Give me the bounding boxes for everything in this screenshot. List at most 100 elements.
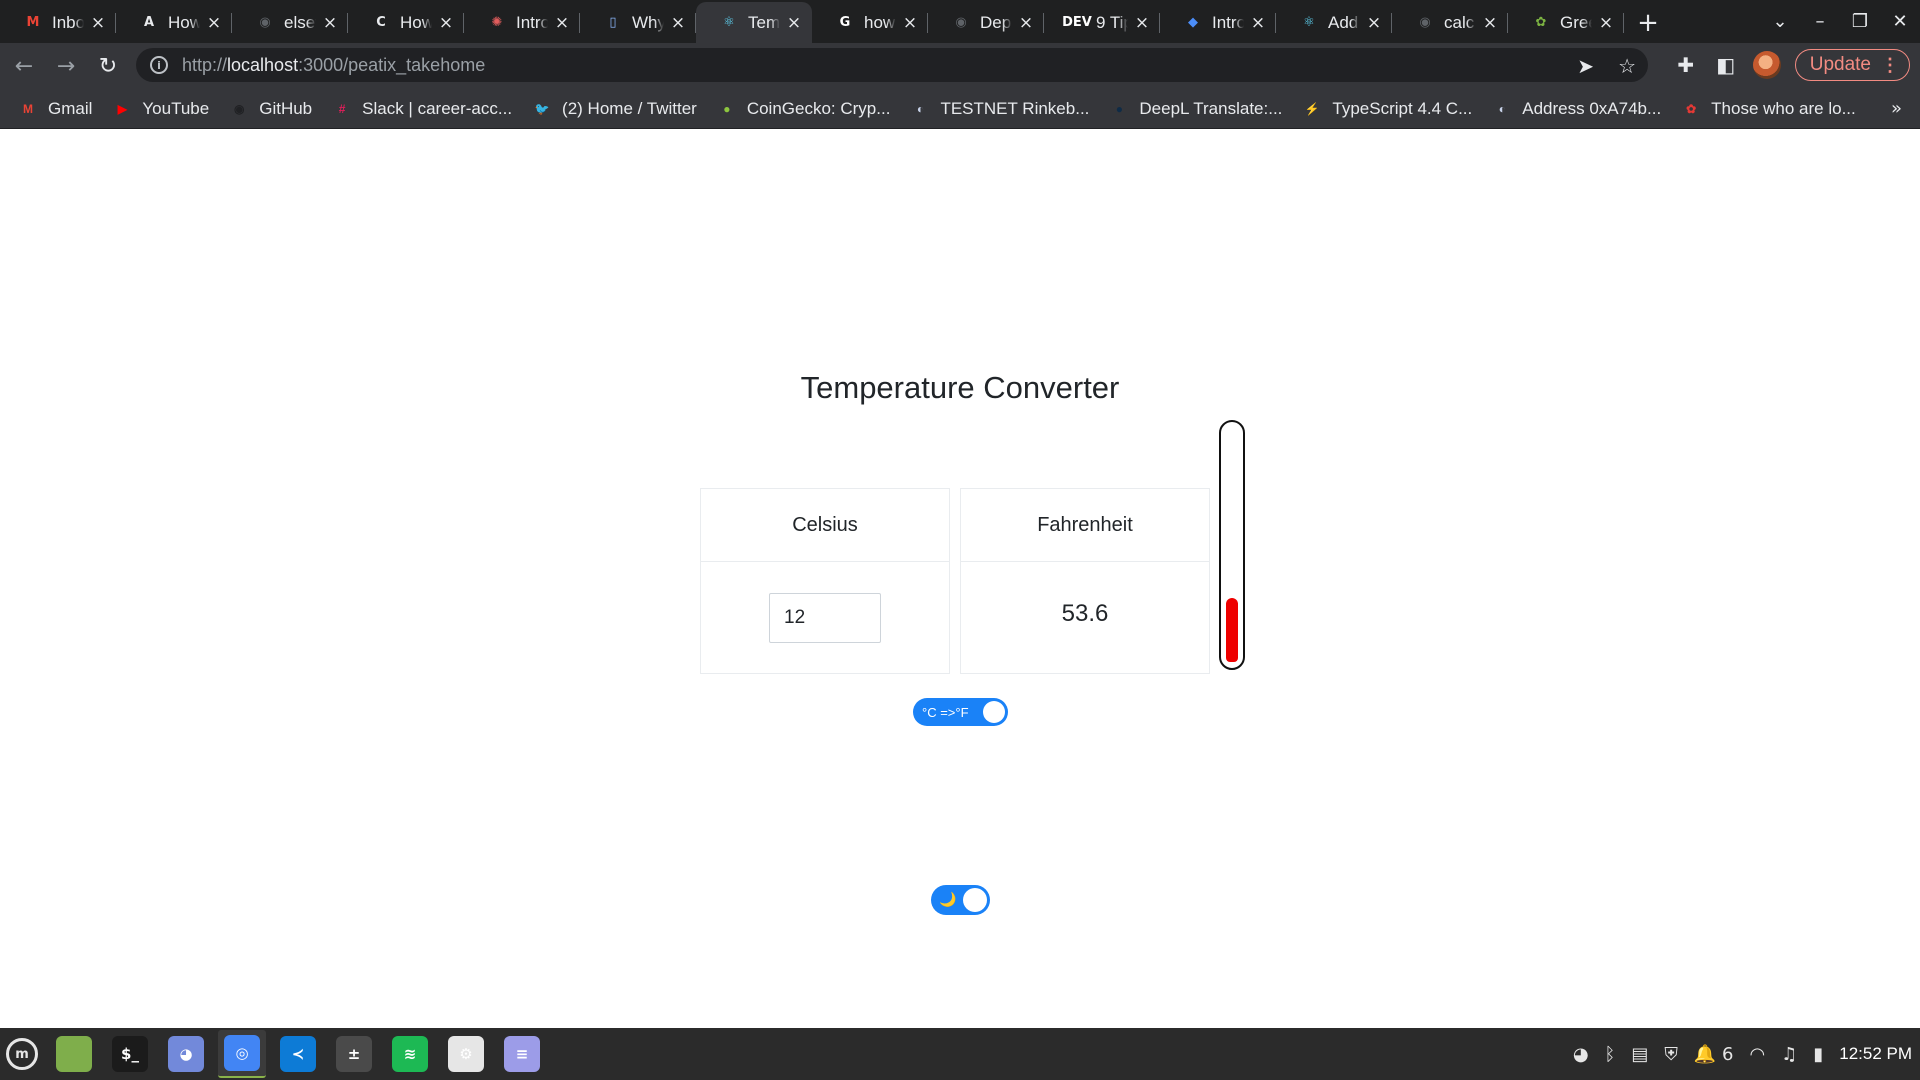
browser-tab[interactable]: ✿ Green × xyxy=(1508,2,1624,43)
bookmark-label: DeepL Translate:... xyxy=(1139,98,1283,118)
reload-icon[interactable]: ↻ xyxy=(90,48,126,84)
chrome-icon: ◎ xyxy=(224,1035,260,1071)
bookmark-item[interactable]: ● CoinGecko: Cryp... xyxy=(717,99,890,119)
bookmark-item[interactable]: # Slack | career-acc... xyxy=(332,99,512,119)
browser-tab[interactable]: ◉ Deploy × xyxy=(928,2,1044,43)
clock[interactable]: 12:52 PM xyxy=(1839,1044,1912,1064)
bookmark-label: Those who are lo... xyxy=(1711,98,1856,118)
browser-tab[interactable]: ◉ calc × xyxy=(1392,2,1508,43)
more-menu-icon[interactable]: ⋮ xyxy=(1881,55,1899,76)
close-tab-icon[interactable]: × xyxy=(670,14,686,31)
bookmark-item[interactable]: ◐ Address 0xA74b... xyxy=(1492,99,1662,119)
start-menu-icon[interactable]: m xyxy=(6,1038,38,1070)
calculator-app[interactable]: ± xyxy=(330,1030,378,1078)
browser-tab[interactable]: ▯ Why × xyxy=(580,2,696,43)
bookmarks-overflow-icon[interactable]: » xyxy=(1891,98,1902,119)
tab-title: How xyxy=(168,12,200,32)
clipboard-icon[interactable]: ▤ xyxy=(1631,1044,1648,1065)
unit-direction-toggle[interactable]: °C =>°F xyxy=(913,698,1008,726)
text-editor-icon: ≡ xyxy=(504,1036,540,1072)
terminal-app[interactable]: $_ xyxy=(106,1030,154,1078)
tab-title: Add xyxy=(1328,12,1359,32)
close-tab-icon[interactable]: × xyxy=(1250,14,1266,31)
files-app[interactable] xyxy=(50,1030,98,1078)
close-tab-icon[interactable]: × xyxy=(1482,14,1498,31)
shield-icon[interactable]: ⛨ xyxy=(1664,1044,1678,1065)
profile-avatar[interactable] xyxy=(1752,51,1781,79)
window-controls: ⌄ – ❐ ✕ xyxy=(1760,0,1920,43)
bookmark-item[interactable]: ◉ GitHub xyxy=(229,99,312,119)
spotify-icon: ≋ xyxy=(392,1036,428,1072)
side-panel-icon[interactable]: ◧ xyxy=(1713,52,1739,78)
close-tab-icon[interactable]: × xyxy=(206,14,222,31)
bookmark-item[interactable]: ⚡ TypeScript 4.4 C... xyxy=(1302,99,1472,119)
bluetooth-icon[interactable]: ᛒ xyxy=(1605,1044,1616,1065)
close-tab-icon[interactable]: × xyxy=(554,14,570,31)
forward-icon[interactable]: → xyxy=(48,48,84,84)
tab-search-icon[interactable]: ⌄ xyxy=(1760,11,1800,32)
close-tab-icon[interactable]: × xyxy=(438,14,454,31)
wifi-icon[interactable]: ◠ xyxy=(1749,1044,1765,1065)
url-text[interactable]: http://localhost:3000/peatix_takehome xyxy=(182,55,485,76)
octopus-icon: ✺ xyxy=(491,15,503,30)
minimize-icon[interactable]: – xyxy=(1800,11,1840,32)
bookmark-label: YouTube xyxy=(142,98,210,118)
vscode-app[interactable]: ≺ xyxy=(274,1030,322,1078)
send-icon[interactable]: ➤ xyxy=(1577,54,1594,78)
bookmark-item[interactable]: ◐ TESTNET Rinkeb... xyxy=(910,99,1090,119)
back-icon[interactable]: ← xyxy=(6,48,42,84)
browser-tab[interactable]: ✺ Intro × xyxy=(464,2,580,43)
close-tab-icon[interactable]: × xyxy=(322,14,338,31)
browser-tab[interactable]: ⚛ Temp × xyxy=(696,2,812,43)
celsius-input[interactable] xyxy=(769,593,881,643)
browser-tab[interactable]: ◆ Intro × xyxy=(1160,2,1276,43)
close-tab-icon[interactable]: × xyxy=(1598,14,1614,31)
bookmark-item[interactable]: 🐦 (2) Home / Twitter xyxy=(532,99,697,119)
browser-tab[interactable]: ⚛ Add × xyxy=(1276,2,1392,43)
bookmark-item[interactable]: ✿ Those who are lo... xyxy=(1681,99,1856,119)
celsius-header: Celsius xyxy=(701,489,949,562)
browser-tab[interactable]: DEV 9 Tips × xyxy=(1044,2,1160,43)
bookmark-label: GitHub xyxy=(259,98,313,118)
browser-tab[interactable]: A How × xyxy=(116,2,232,43)
chrome-app[interactable]: ◎ xyxy=(218,1030,266,1078)
site-info-icon[interactable]: i xyxy=(150,56,168,74)
text-editor-app[interactable]: ≡ xyxy=(498,1030,546,1078)
terminal-icon: $_ xyxy=(112,1036,148,1072)
extensions-icon[interactable]: ✚ xyxy=(1673,52,1699,78)
new-tab-button[interactable]: + xyxy=(1628,2,1668,43)
close-tab-icon[interactable]: × xyxy=(786,14,802,31)
spotify-app[interactable]: ≋ xyxy=(386,1030,434,1078)
update-button[interactable]: Update ⋮ xyxy=(1794,49,1910,81)
bookmark-item[interactable]: M Gmail xyxy=(18,99,92,119)
bookmark-star-icon[interactable]: ☆ xyxy=(1618,54,1636,78)
vscode-icon: ≺ xyxy=(280,1036,316,1072)
address-bar[interactable]: i http://localhost:3000/peatix_takehome … xyxy=(136,48,1648,82)
discord-tray-icon[interactable]: ◕ xyxy=(1573,1044,1589,1065)
battery-icon[interactable]: ▮ xyxy=(1813,1044,1823,1065)
close-window-icon[interactable]: ✕ xyxy=(1880,11,1920,32)
browser-tab[interactable]: ◉ elsewhere × xyxy=(232,2,348,43)
calculator-icon: ± xyxy=(336,1036,372,1072)
notifications-icon[interactable]: 🔔 6 xyxy=(1694,1044,1734,1065)
close-tab-icon[interactable]: × xyxy=(902,14,918,31)
volume-icon[interactable]: ♫ xyxy=(1781,1044,1797,1065)
close-tab-icon[interactable]: × xyxy=(90,14,106,31)
settings-app[interactable]: ⚙ xyxy=(442,1030,490,1078)
close-tab-icon[interactable]: × xyxy=(1018,14,1034,31)
browser-tab[interactable]: M Inbox × xyxy=(0,2,116,43)
browser-tab[interactable]: C How × xyxy=(348,2,464,43)
unit-toggle-label: °C =>°F xyxy=(922,704,969,720)
bookmark-item[interactable]: ● DeepL Translate:... xyxy=(1109,98,1283,119)
bookmark-item[interactable]: ▶ YouTube xyxy=(112,99,209,119)
tab-title: How xyxy=(400,12,432,32)
browser-tab[interactable]: Ghow × xyxy=(812,2,928,43)
bookmark-label: (2) Home / Twitter xyxy=(562,98,697,118)
discord-app[interactable]: ◕ xyxy=(162,1030,210,1078)
dark-mode-toggle[interactable]: 🌙 xyxy=(931,885,990,915)
restore-icon[interactable]: ❐ xyxy=(1840,11,1880,32)
toggle-knob xyxy=(963,888,987,912)
close-tab-icon[interactable]: × xyxy=(1366,14,1382,31)
close-tab-icon[interactable]: × xyxy=(1134,14,1150,31)
taskbar-apps: $_ ◕ ◎ ≺ ± ≋ ⚙ ≡ xyxy=(50,1030,546,1078)
